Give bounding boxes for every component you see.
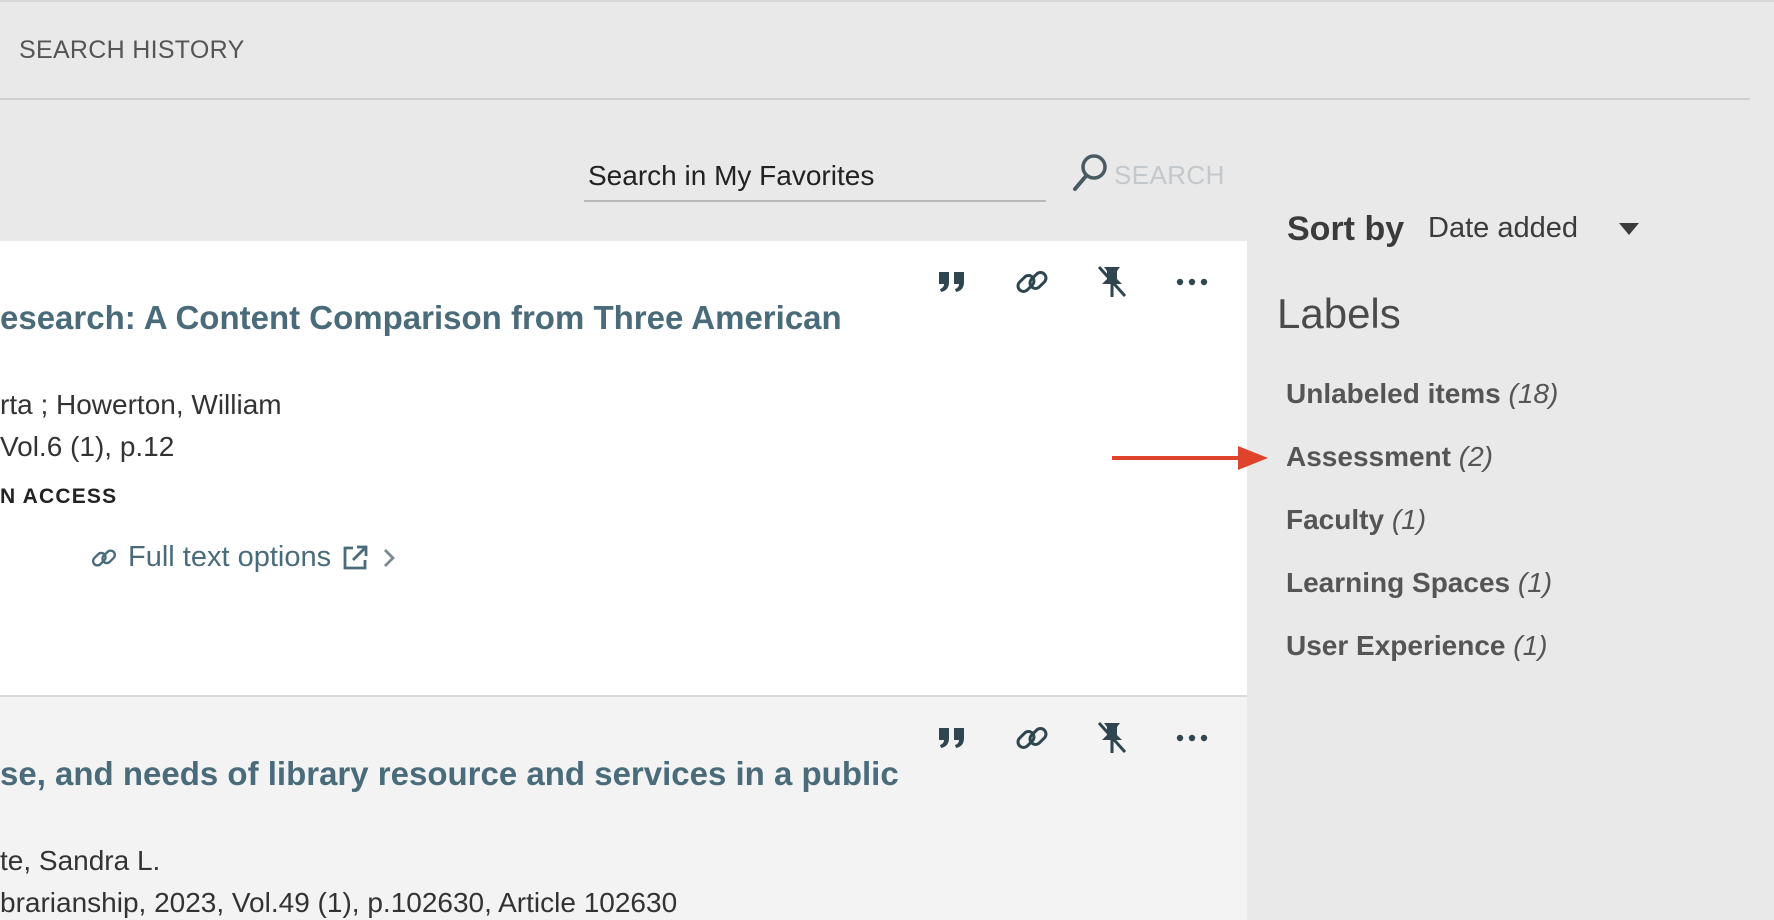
result-title-link[interactable]: esearch: A Content Comparison from Three… bbox=[0, 299, 842, 337]
unpin-button[interactable] bbox=[1091, 717, 1133, 759]
label-count: (1) bbox=[1513, 630, 1548, 661]
permalink-button[interactable] bbox=[1011, 261, 1053, 303]
result-source: brarianship, 2023, Vol.49 (1), p.102630,… bbox=[0, 887, 678, 918]
search-button[interactable]: SEARCH bbox=[1070, 152, 1225, 198]
quote-icon bbox=[939, 272, 964, 292]
permalink-button[interactable] bbox=[1011, 717, 1053, 759]
label-assessment[interactable]: Assessment (2) bbox=[1286, 441, 1493, 473]
result-authors: te, Sandra L. bbox=[0, 845, 161, 876]
card-actions bbox=[931, 261, 1213, 303]
search-button-label: SEARCH bbox=[1114, 159, 1225, 190]
result-source: Vol.6 (1), p.12 bbox=[0, 431, 175, 462]
open-access-badge: N ACCESS bbox=[0, 485, 118, 508]
label-faculty[interactable]: Faculty (1) bbox=[1286, 504, 1426, 536]
chevron-right-icon bbox=[384, 548, 396, 567]
link-icon bbox=[1016, 727, 1048, 749]
search-icon bbox=[1070, 152, 1110, 199]
annotation-arrow-icon bbox=[1112, 446, 1268, 470]
more-icon bbox=[1176, 278, 1208, 286]
citation-button[interactable] bbox=[931, 261, 973, 303]
label-name: Learning Spaces bbox=[1286, 567, 1511, 598]
top-divider bbox=[0, 98, 1750, 100]
search-history-tab[interactable]: SEARCH HISTORY bbox=[19, 36, 245, 65]
unpin-icon bbox=[1097, 265, 1127, 298]
quote-icon bbox=[939, 728, 964, 748]
label-count: (1) bbox=[1517, 567, 1553, 598]
result-title-link[interactable]: se, and needs of library resource and se… bbox=[0, 755, 899, 793]
result-authors: rta ; Howerton, William bbox=[0, 389, 282, 420]
label-user-experience[interactable]: User Experience (1) bbox=[1286, 630, 1547, 662]
label-name: Faculty bbox=[1286, 504, 1385, 535]
label-count: (1) bbox=[1391, 504, 1427, 535]
unpin-icon bbox=[1097, 721, 1127, 754]
label-name: User Experience bbox=[1286, 630, 1506, 661]
card-actions bbox=[931, 717, 1213, 759]
link-icon bbox=[91, 548, 117, 567]
link-icon bbox=[1016, 271, 1048, 293]
search-input[interactable] bbox=[584, 152, 1046, 202]
full-text-options-label: Full text options bbox=[128, 541, 332, 573]
more-actions-button[interactable] bbox=[1171, 261, 1213, 303]
label-name: Unlabeled items bbox=[1286, 378, 1501, 409]
more-icon bbox=[1176, 734, 1208, 742]
sort-selected-value: Date added bbox=[1428, 212, 1578, 244]
label-unlabeled-items[interactable]: Unlabeled items (18) bbox=[1286, 378, 1558, 410]
label-learning-spaces[interactable]: Learning Spaces (1) bbox=[1286, 567, 1552, 599]
unpin-button[interactable] bbox=[1091, 261, 1133, 303]
label-name: Assessment bbox=[1286, 441, 1451, 472]
sort-by-label: Sort by bbox=[1287, 210, 1405, 248]
label-count: (18) bbox=[1508, 378, 1559, 409]
top-tab-strip bbox=[0, 0, 1774, 100]
citation-button[interactable] bbox=[931, 717, 973, 759]
more-actions-button[interactable] bbox=[1171, 717, 1213, 759]
caret-down-icon bbox=[1618, 222, 1639, 235]
labels-heading: Labels bbox=[1277, 290, 1401, 337]
label-count: (2) bbox=[1458, 441, 1493, 472]
external-link-icon bbox=[343, 545, 368, 569]
result-card: se, and needs of library resource and se… bbox=[0, 697, 1247, 920]
full-text-options-link[interactable]: Full text options bbox=[90, 541, 399, 574]
sort-dropdown[interactable]: Date added bbox=[1428, 212, 1640, 245]
result-card: esearch: A Content Comparison from Three… bbox=[0, 241, 1247, 697]
